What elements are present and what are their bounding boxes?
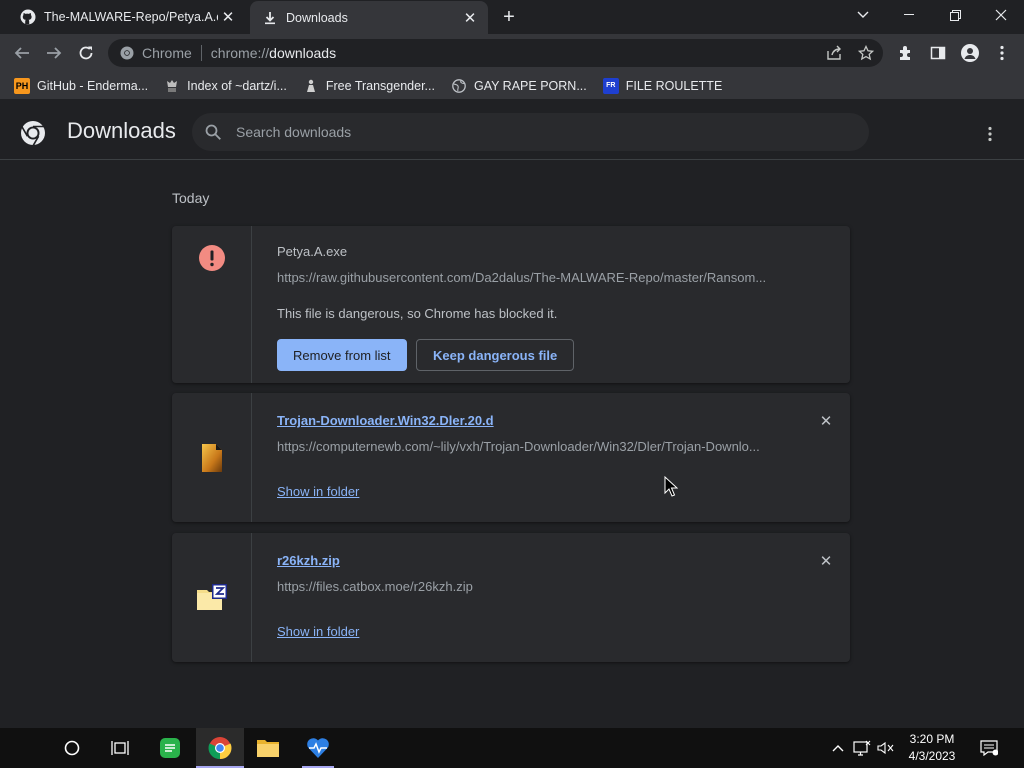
chrome-taskbar-icon[interactable] [196, 728, 244, 768]
menu-kebab-icon[interactable] [990, 41, 1014, 65]
side-panel-icon[interactable] [926, 41, 950, 65]
globe-icon [451, 78, 467, 94]
bookmark-label: FILE ROULETTE [625, 78, 723, 93]
bookmark-label: Index of ~dartz/i... [187, 78, 287, 93]
file-url: https://raw.githubusercontent.com/Da2dal… [277, 270, 767, 285]
downloads-header: Downloads [0, 104, 1024, 160]
bookmark-label: Free Transgender... [325, 78, 435, 93]
task-view-icon[interactable] [96, 728, 144, 768]
download-icon [262, 10, 278, 26]
mouse-cursor-icon [664, 476, 678, 497]
bookmark-item[interactable]: Free Transgender... [303, 78, 435, 94]
file-name-link[interactable]: Trojan-Downloader.Win32.Dler.20.d [277, 413, 494, 428]
url-host: downloads [269, 45, 337, 61]
minimize-icon[interactable] [886, 0, 932, 30]
ph-icon: PH [14, 77, 30, 94]
bookmark-label: GAY RAPE PORN... [473, 78, 587, 93]
separator [200, 45, 202, 61]
tab-title: Downloads [286, 10, 348, 25]
close-window-icon[interactable] [978, 0, 1024, 30]
forward-icon[interactable] [41, 40, 67, 66]
tab-search-icon[interactable] [840, 0, 886, 30]
chip-label: Chrome [142, 45, 192, 61]
notes-app-icon[interactable] [146, 728, 194, 768]
bookmark-label: GitHub - Enderma... [37, 78, 149, 93]
search-input[interactable] [236, 124, 836, 140]
volume-muted-icon[interactable] [875, 728, 897, 768]
search-icon [205, 124, 221, 140]
file-explorer-icon[interactable] [244, 728, 292, 768]
search-circle-icon[interactable] [48, 728, 96, 768]
file-icon [196, 442, 228, 474]
remove-from-list-button[interactable]: Remove from list [277, 339, 407, 371]
health-app-icon[interactable] [294, 728, 342, 768]
bookmarks-bar: PH GitHub - Enderma... Index of ~dartz/i… [0, 72, 1024, 100]
danger-icon [196, 242, 228, 274]
bookmark-item[interactable]: Index of ~dartz/i... [164, 78, 287, 94]
clock-time: 3:20 PM [909, 732, 955, 746]
keep-dangerous-file-button[interactable]: Keep dangerous file [416, 339, 575, 371]
back-icon[interactable] [9, 40, 35, 66]
extensions-icon[interactable] [894, 41, 918, 65]
github-icon [20, 9, 36, 25]
restore-icon[interactable] [932, 0, 978, 30]
network-icon[interactable] [851, 728, 873, 768]
figure-icon [303, 78, 319, 94]
show-hidden-icons-icon[interactable] [828, 728, 848, 768]
url-scheme: chrome:// [210, 45, 270, 61]
reload-icon[interactable] [73, 40, 99, 66]
chrome-icon [120, 46, 134, 60]
zip-icon [196, 582, 228, 614]
remove-icon[interactable]: ✕ [816, 411, 836, 431]
bookmark-item[interactable]: GAY RAPE PORN... [451, 78, 587, 94]
downloads-list: Today Petya.A.exe https://raw.githubuser… [0, 161, 1024, 728]
close-tab-icon[interactable]: ✕ [460, 8, 480, 28]
close-tab-icon[interactable]: ✕ [218, 7, 238, 27]
date-header: Today [172, 190, 210, 206]
show-in-folder-link[interactable]: Show in folder [277, 484, 359, 499]
more-actions-icon[interactable] [978, 122, 1002, 146]
file-url: https://computernewb.com/~lily/vxh/Troja… [277, 439, 760, 454]
tab-github[interactable]: The-MALWARE-Repo/Petya.A.exe ✕ [8, 0, 246, 34]
share-icon[interactable] [822, 41, 846, 65]
page-title: Downloads [67, 118, 176, 143]
new-tab-button[interactable]: + [498, 6, 520, 28]
show-in-folder-link[interactable]: Show in folder [277, 624, 359, 639]
taskbar: 3:20 PM 4/3/2023 [0, 728, 1024, 768]
site-chip[interactable]: Chrome [120, 45, 192, 61]
tab-downloads[interactable]: Downloads ✕ [250, 1, 488, 34]
tab-strip: The-MALWARE-Repo/Petya.A.exe ✕ Downloads… [0, 0, 1024, 34]
danger-message: This file is dangerous, so Chrome has bl… [277, 306, 558, 321]
search-box[interactable] [192, 113, 869, 151]
system-clock[interactable]: 3:20 PM 4/3/2023 [900, 731, 964, 765]
chrome-logo-icon [21, 121, 45, 146]
download-item: Trojan-Downloader.Win32.Dler.20.d https:… [172, 393, 850, 522]
file-url: https://files.catbox.moe/r26kzh.zip [277, 579, 473, 594]
address-bar[interactable]: Chrome chrome:// downloads [108, 39, 883, 67]
remove-icon[interactable]: ✕ [816, 551, 836, 571]
toolbar: Chrome chrome:// downloads [0, 34, 1024, 72]
bookmark-item[interactable]: PH GitHub - Enderma... [14, 77, 149, 94]
anime-icon [164, 78, 180, 94]
profile-icon[interactable] [958, 41, 982, 65]
file-name: Petya.A.exe [277, 244, 348, 259]
download-item: r26kzh.zip https://files.catbox.moe/r26k… [172, 533, 850, 662]
tab-title: The-MALWARE-Repo/Petya.A.exe [44, 10, 218, 24]
file-name-link[interactable]: r26kzh.zip [277, 553, 340, 568]
notifications-icon[interactable] [976, 728, 1002, 768]
bookmark-item[interactable]: FR FILE ROULETTE [602, 77, 723, 94]
fileroulette-icon: FR [602, 77, 619, 94]
clock-date: 4/3/2023 [908, 749, 956, 763]
bookmark-star-icon[interactable] [854, 41, 878, 65]
download-item: Petya.A.exe https://raw.githubuserconten… [172, 226, 850, 383]
